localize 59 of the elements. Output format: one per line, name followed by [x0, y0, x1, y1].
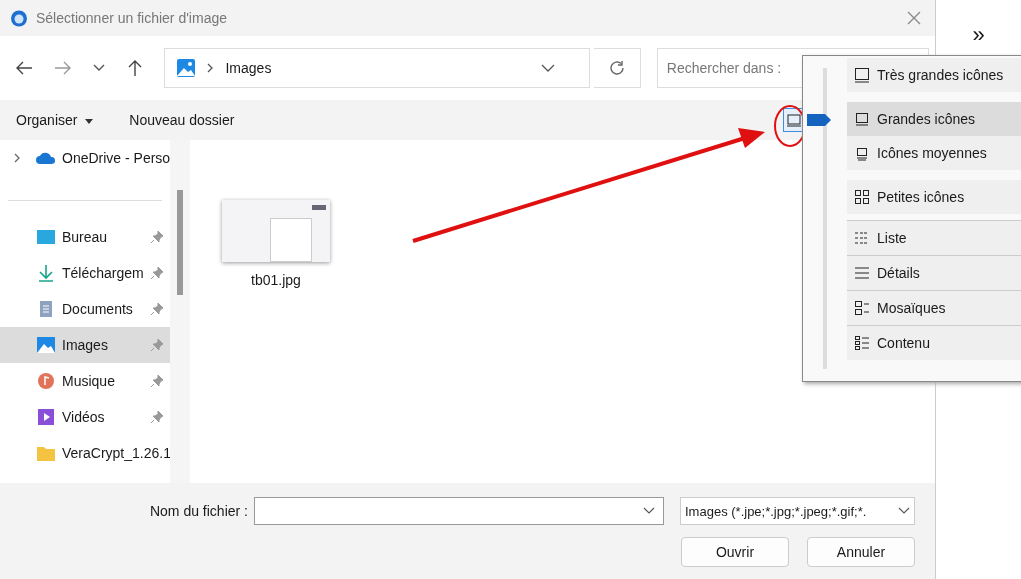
sidebar-item[interactable]: VeraCrypt_1.26.1 — [0, 435, 170, 471]
view-option[interactable]: Très grandes icônes — [847, 58, 1021, 92]
cancel-button[interactable]: Annuler — [807, 537, 915, 567]
sidebar-icon — [36, 264, 56, 282]
refresh-button[interactable] — [594, 48, 641, 88]
view-option[interactable]: Mosaïques — [847, 291, 1021, 325]
open-button[interactable]: Ouvrir — [681, 537, 789, 567]
forward-arrow-icon — [54, 61, 73, 75]
back-arrow-icon — [14, 61, 33, 75]
file-type-dropdown[interactable]: Images (*.jpe;*.jpg;*.jpeg;*.gif;*. — [680, 497, 915, 525]
caret-icon — [85, 118, 94, 124]
location-text: Images — [225, 60, 273, 76]
sidebar-icon — [36, 336, 56, 354]
sidebar-item[interactable]: Téléchargem — [0, 255, 170, 291]
dropdown-icon — [541, 64, 556, 72]
view-icon — [854, 300, 870, 316]
expand-chevron-icon[interactable] — [14, 153, 20, 163]
view-icon — [854, 265, 870, 281]
sidebar-icon — [36, 372, 56, 390]
more-chevron-icon: » — [972, 22, 985, 48]
sidebar-icon — [36, 408, 56, 426]
view-option[interactable]: Icônes moyennes — [847, 136, 1021, 170]
scrollbar-thumb[interactable] — [177, 190, 183, 295]
close-icon — [907, 11, 921, 25]
view-option[interactable]: Contenu — [847, 326, 1021, 360]
view-option[interactable]: Liste — [847, 221, 1021, 255]
filename-label: Nom du fichier : — [149, 503, 248, 519]
address-bar[interactable]: Images — [164, 48, 591, 88]
sidebar-item[interactable]: Images — [0, 327, 170, 363]
pictures-icon — [177, 59, 196, 77]
sidebar-item[interactable]: Musique — [0, 363, 170, 399]
view-icon — [854, 335, 870, 351]
view-option[interactable]: Petites icônes — [847, 180, 1021, 214]
sidebar-item[interactable]: Documents — [0, 291, 170, 327]
sidebar-icon — [36, 444, 56, 462]
refresh-icon — [608, 59, 627, 77]
organize-menu-button[interactable]: Organiser — [6, 106, 104, 134]
view-icon — [854, 230, 870, 246]
new-folder-button[interactable]: Nouveau dossier — [119, 106, 245, 134]
breadcrumb-chevron-icon — [207, 63, 214, 73]
chevron-down-icon — [643, 507, 655, 515]
filename-field[interactable] — [254, 497, 664, 525]
slider-thumb[interactable] — [807, 114, 831, 126]
view-icon — [854, 111, 870, 127]
monitor-icon — [787, 113, 801, 127]
chevron-down-icon — [92, 64, 105, 72]
app-logo-icon — [10, 9, 28, 27]
file-item[interactable]: tb01.jpg — [220, 200, 332, 288]
sidebar-item[interactable]: Bureau — [0, 219, 170, 255]
window-title: Sélectionner un fichier d'image — [36, 10, 228, 26]
chevron-down-icon — [898, 507, 910, 515]
view-icon — [854, 189, 870, 205]
sidebar-item[interactable]: OneDrive - Perso — [0, 140, 170, 176]
sidebar-icon — [36, 228, 56, 246]
up-arrow-icon — [127, 59, 142, 77]
sidebar-item[interactable]: Vidéos — [0, 399, 170, 435]
view-icon — [854, 67, 870, 83]
view-option[interactable]: Détails — [847, 256, 1021, 290]
view-icon — [854, 145, 870, 161]
